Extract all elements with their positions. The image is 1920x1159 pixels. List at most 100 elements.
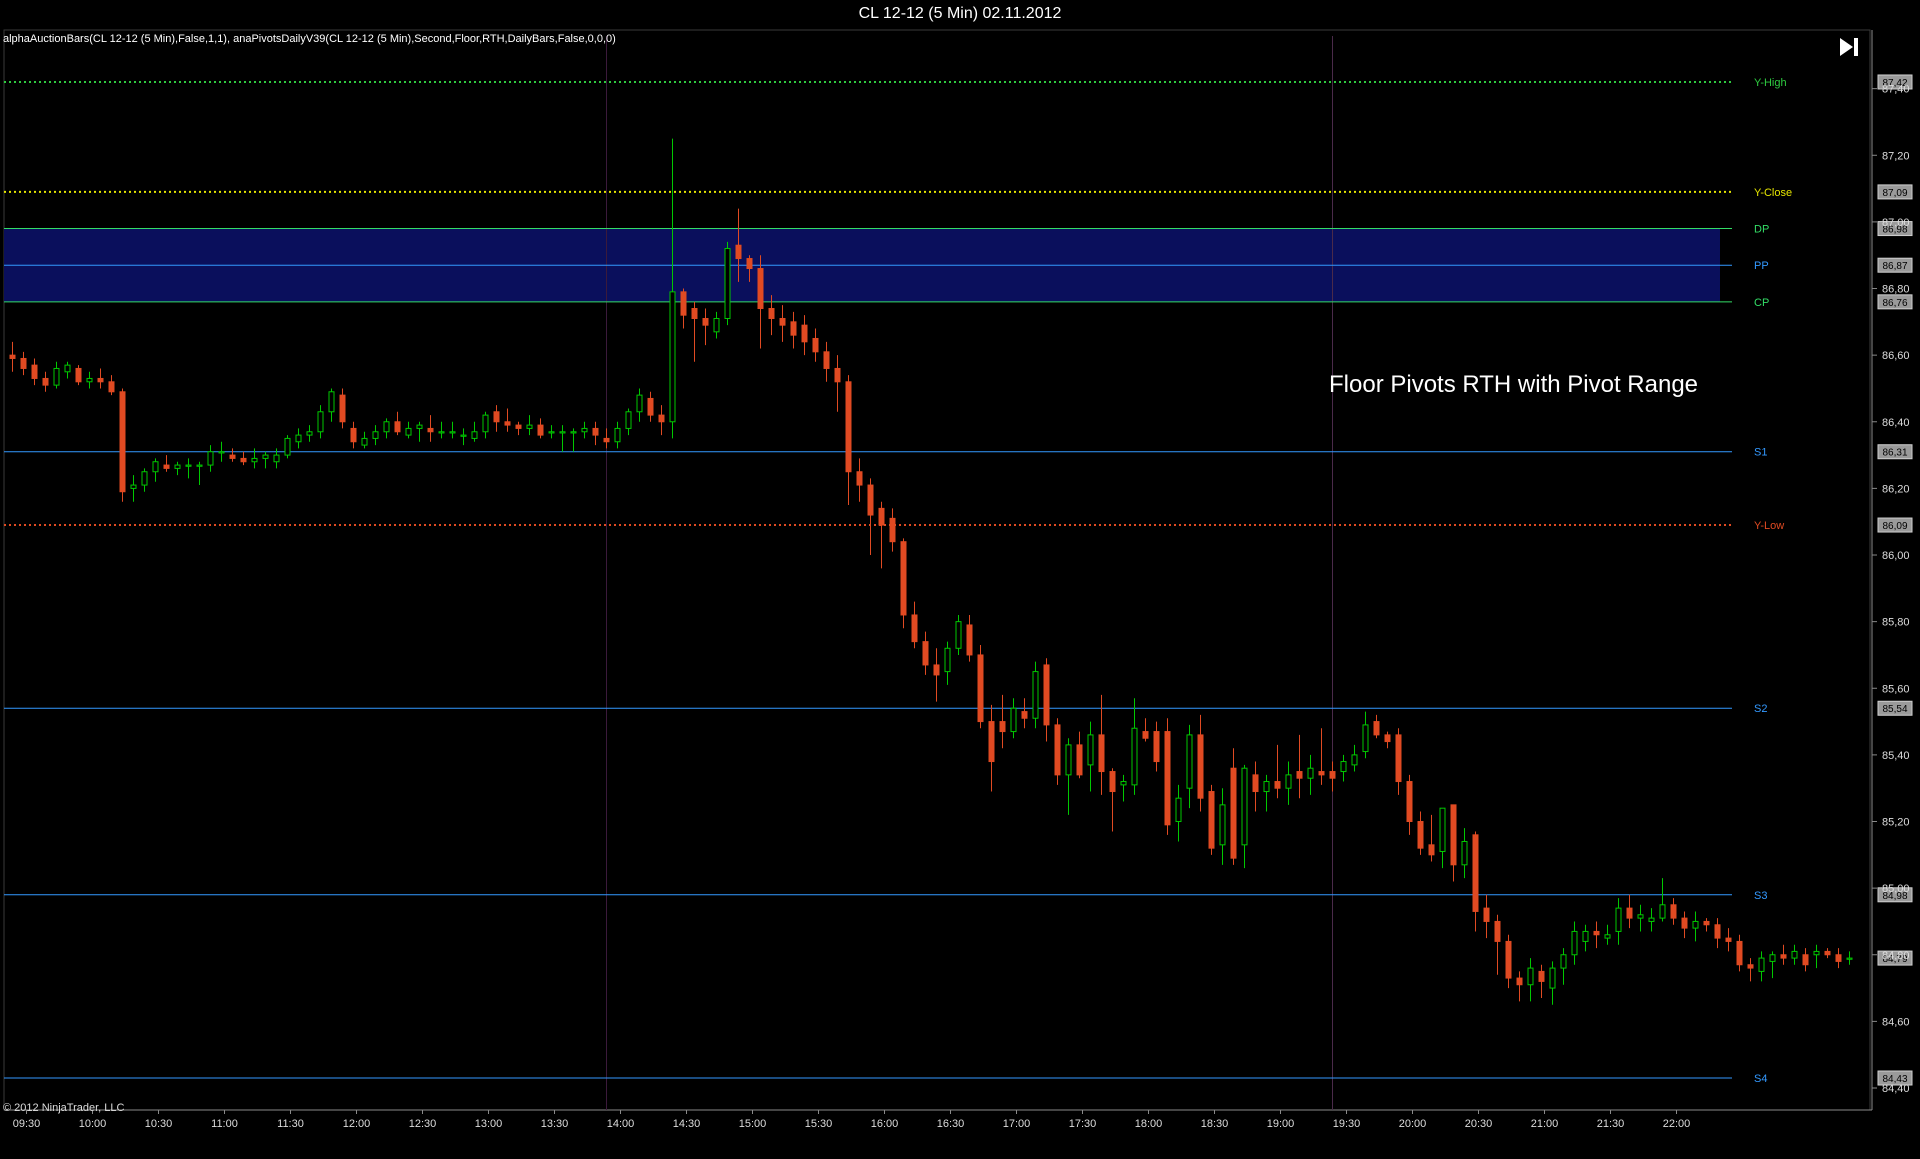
candle-body [1406, 781, 1413, 823]
y-tick-label: 86,40 [1882, 417, 1910, 429]
candle-body [1351, 754, 1358, 766]
candle-body [966, 624, 973, 656]
x-tick-label: 09:30 [13, 1118, 41, 1130]
candle-body [669, 291, 676, 423]
candle-body [790, 321, 797, 336]
candle-body [1439, 807, 1446, 852]
candle-body [834, 367, 841, 383]
y-tick-label: 87,20 [1882, 150, 1910, 162]
price-tag-pp: 86,87 [1882, 261, 1907, 272]
y-tick-label: 85,00 [1882, 883, 1910, 895]
candle-body [1835, 954, 1842, 962]
y-tick-label: 84,80 [1882, 950, 1910, 962]
candle-body [1131, 727, 1138, 786]
candle-body [1032, 671, 1039, 719]
pivot-label-s2: S2 [1754, 703, 1767, 715]
candle-body [1252, 774, 1259, 793]
candle-body [1087, 734, 1094, 766]
y-tick-label: 86,80 [1882, 284, 1910, 296]
candle-body [570, 431, 577, 434]
candle-body [1648, 917, 1655, 922]
candle-body [1538, 970, 1545, 982]
candle-body [735, 244, 742, 260]
candle-body [449, 431, 456, 434]
candle-body [768, 308, 775, 320]
candle-body [1681, 917, 1688, 929]
x-tick-label: 13:00 [475, 1118, 503, 1130]
x-tick-label: 18:30 [1201, 1118, 1229, 1130]
candle-body [185, 464, 192, 467]
pivot-label-dp: DP [1754, 224, 1769, 236]
candle-body [702, 318, 709, 326]
candle-body [196, 464, 203, 467]
candle-body [229, 454, 236, 459]
candle-body [394, 421, 401, 433]
candle-body [1527, 967, 1534, 986]
candle-body [328, 391, 335, 413]
candle-body [1428, 844, 1435, 856]
candle-body [1175, 797, 1182, 823]
y-tick-label: 86,00 [1882, 550, 1910, 562]
candle-body [372, 431, 379, 439]
y-tick-label: 85,20 [1882, 817, 1910, 829]
candle-body [240, 457, 247, 463]
y-tick-label: 87,00 [1882, 217, 1910, 229]
candle-body [1219, 804, 1226, 846]
x-tick-label: 15:30 [805, 1118, 833, 1130]
candle-body [1483, 907, 1490, 922]
candle-body [592, 427, 599, 436]
candle-body [108, 381, 115, 393]
candle-body [1241, 767, 1248, 846]
candle-body [1329, 771, 1336, 779]
candlestick-chart[interactable]: Y-High 87,42Y-Close 87,09DP 86,98PP 86,87CP 8… [0, 28, 1920, 1159]
x-tick-label: 16:00 [871, 1118, 899, 1130]
price-tag-y-low: 86,09 [1882, 521, 1907, 532]
candle-body [1582, 930, 1589, 942]
x-tick-label: 14:30 [673, 1118, 701, 1130]
candle-body [75, 367, 82, 383]
candle-body [1615, 907, 1622, 932]
y-tick-label: 86,60 [1882, 350, 1910, 362]
candle-body [119, 391, 126, 493]
candle-body [218, 451, 225, 454]
candle-body [405, 427, 412, 436]
candle-body [1769, 954, 1776, 962]
candle-body [64, 364, 71, 373]
chart-background [0, 28, 1920, 1159]
skip-to-end-icon [1840, 38, 1858, 56]
x-tick-label: 12:00 [343, 1118, 371, 1130]
candle-body [889, 517, 896, 543]
candle-body [1153, 731, 1160, 763]
candle-body [1098, 734, 1105, 773]
candle-body [757, 268, 764, 310]
candle-body [1593, 930, 1600, 936]
candle-body [416, 424, 423, 429]
window-title: CL 12-12 (5 Min) 02.11.2012 [0, 0, 1920, 29]
candle-body [944, 647, 951, 673]
candle-body [812, 337, 819, 353]
candle-body [1296, 771, 1303, 779]
candle-body [1186, 734, 1193, 789]
candle-body [1472, 834, 1479, 912]
candle-body [1263, 781, 1270, 793]
candle-body [977, 654, 984, 723]
candle-body [1637, 914, 1644, 919]
candle-body [911, 614, 918, 643]
candle-body [9, 354, 16, 359]
x-tick-label: 20:00 [1399, 1118, 1427, 1130]
x-tick-label: 16:30 [937, 1118, 965, 1130]
candle-body [1230, 767, 1237, 859]
candle-body [1109, 771, 1116, 793]
chart-annotation: Floor Pivots RTH with Pivot Range [1329, 371, 1699, 398]
candle-body [581, 427, 588, 433]
candle-body [1208, 791, 1215, 849]
candle-body [1043, 664, 1050, 726]
skip-to-end-button[interactable] [1835, 34, 1863, 60]
candle-body [1714, 924, 1721, 939]
y-tick-label: 86,20 [1882, 483, 1910, 495]
price-tag-s2: 85,54 [1882, 704, 1907, 715]
y-tick-label: 87,40 [1882, 84, 1910, 96]
candle-body [1747, 964, 1754, 969]
candle-body [1274, 781, 1281, 789]
candle-body [1494, 920, 1501, 942]
